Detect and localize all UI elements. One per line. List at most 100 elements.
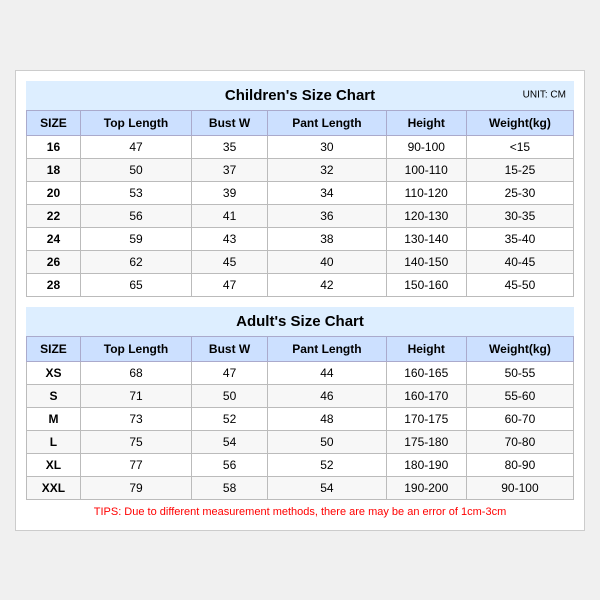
table-cell: 30 xyxy=(268,135,386,158)
table-cell: 50 xyxy=(80,158,191,181)
chart-container: Children's Size Chart UNIT: CM SIZE Top … xyxy=(15,70,585,531)
table-cell: XXL xyxy=(27,476,81,499)
table-cell: 71 xyxy=(80,384,191,407)
table-cell: 28 xyxy=(27,273,81,296)
table-cell: 190-200 xyxy=(386,476,466,499)
table-cell: 38 xyxy=(268,227,386,250)
table-cell: 62 xyxy=(80,250,191,273)
adults-header-row: SIZE Top Length Bust W Pant Length Heigh… xyxy=(27,336,574,361)
table-cell: 40-45 xyxy=(466,250,573,273)
table-cell: 170-175 xyxy=(386,407,466,430)
children-section-title: Children's Size Chart UNIT: CM xyxy=(26,81,574,110)
children-header-pantlength: Pant Length xyxy=(268,110,386,135)
table-cell: 77 xyxy=(80,453,191,476)
children-header-row: SIZE Top Length Bust W Pant Length Heigh… xyxy=(27,110,574,135)
table-cell: 59 xyxy=(80,227,191,250)
table-cell: 50 xyxy=(192,384,268,407)
table-cell: 40 xyxy=(268,250,386,273)
adults-title-text: Adult's Size Chart xyxy=(236,313,364,330)
adults-header-pantlength: Pant Length xyxy=(268,336,386,361)
children-header-height: Height xyxy=(386,110,466,135)
table-cell: 110-120 xyxy=(386,181,466,204)
children-header-toplength: Top Length xyxy=(80,110,191,135)
table-cell: 35 xyxy=(192,135,268,158)
table-cell: 55-60 xyxy=(466,384,573,407)
table-cell: 75 xyxy=(80,430,191,453)
table-row: 26624540140-15040-45 xyxy=(27,250,574,273)
table-row: S715046160-17055-60 xyxy=(27,384,574,407)
table-cell: 22 xyxy=(27,204,81,227)
table-cell: 42 xyxy=(268,273,386,296)
table-cell: 44 xyxy=(268,361,386,384)
table-cell: 30-35 xyxy=(466,204,573,227)
table-cell: 54 xyxy=(268,476,386,499)
table-cell: 120-130 xyxy=(386,204,466,227)
table-cell: 70-80 xyxy=(466,430,573,453)
children-title-text: Children's Size Chart xyxy=(225,87,375,104)
children-header-weight: Weight(kg) xyxy=(466,110,573,135)
table-cell: 160-165 xyxy=(386,361,466,384)
table-cell: 43 xyxy=(192,227,268,250)
table-cell: 175-180 xyxy=(386,430,466,453)
table-cell: M xyxy=(27,407,81,430)
table-cell: 35-40 xyxy=(466,227,573,250)
table-cell: 54 xyxy=(192,430,268,453)
table-cell: 45 xyxy=(192,250,268,273)
table-cell: XS xyxy=(27,361,81,384)
table-cell: XL xyxy=(27,453,81,476)
table-cell: 18 xyxy=(27,158,81,181)
table-cell: <15 xyxy=(466,135,573,158)
children-header-size: SIZE xyxy=(27,110,81,135)
adults-table: SIZE Top Length Bust W Pant Length Heigh… xyxy=(26,336,574,500)
table-cell: 90-100 xyxy=(466,476,573,499)
table-cell: 20 xyxy=(27,181,81,204)
table-cell: 52 xyxy=(268,453,386,476)
table-cell: 130-140 xyxy=(386,227,466,250)
adults-header-height: Height xyxy=(386,336,466,361)
table-cell: 150-160 xyxy=(386,273,466,296)
table-row: XXL795854190-20090-100 xyxy=(27,476,574,499)
tips-text: TIPS: Due to different measurement metho… xyxy=(26,500,574,520)
table-row: XL775652180-19080-90 xyxy=(27,453,574,476)
table-row: 22564136120-13030-35 xyxy=(27,204,574,227)
table-row: XS684744160-16550-55 xyxy=(27,361,574,384)
table-cell: 180-190 xyxy=(386,453,466,476)
table-cell: 68 xyxy=(80,361,191,384)
unit-label: UNIT: CM xyxy=(523,90,566,101)
table-cell: 45-50 xyxy=(466,273,573,296)
table-cell: S xyxy=(27,384,81,407)
table-cell: 15-25 xyxy=(466,158,573,181)
table-cell: 52 xyxy=(192,407,268,430)
table-row: 1647353090-100<15 xyxy=(27,135,574,158)
table-cell: 47 xyxy=(192,361,268,384)
adults-section-title: Adult's Size Chart xyxy=(26,307,574,336)
adults-header-bustw: Bust W xyxy=(192,336,268,361)
table-cell: 56 xyxy=(80,204,191,227)
table-cell: 32 xyxy=(268,158,386,181)
table-cell: 48 xyxy=(268,407,386,430)
table-cell: 53 xyxy=(80,181,191,204)
adults-header-toplength: Top Length xyxy=(80,336,191,361)
table-cell: L xyxy=(27,430,81,453)
table-cell: 100-110 xyxy=(386,158,466,181)
table-cell: 26 xyxy=(27,250,81,273)
table-cell: 25-30 xyxy=(466,181,573,204)
table-row: 20533934110-12025-30 xyxy=(27,181,574,204)
children-header-bustw: Bust W xyxy=(192,110,268,135)
table-cell: 73 xyxy=(80,407,191,430)
table-cell: 47 xyxy=(192,273,268,296)
table-row: 24594338130-14035-40 xyxy=(27,227,574,250)
table-cell: 46 xyxy=(268,384,386,407)
table-cell: 50-55 xyxy=(466,361,573,384)
children-table: SIZE Top Length Bust W Pant Length Heigh… xyxy=(26,110,574,297)
table-row: L755450175-18070-80 xyxy=(27,430,574,453)
table-cell: 24 xyxy=(27,227,81,250)
table-cell: 140-150 xyxy=(386,250,466,273)
table-cell: 50 xyxy=(268,430,386,453)
table-cell: 36 xyxy=(268,204,386,227)
table-cell: 41 xyxy=(192,204,268,227)
table-cell: 39 xyxy=(192,181,268,204)
table-cell: 16 xyxy=(27,135,81,158)
table-cell: 79 xyxy=(80,476,191,499)
table-cell: 160-170 xyxy=(386,384,466,407)
